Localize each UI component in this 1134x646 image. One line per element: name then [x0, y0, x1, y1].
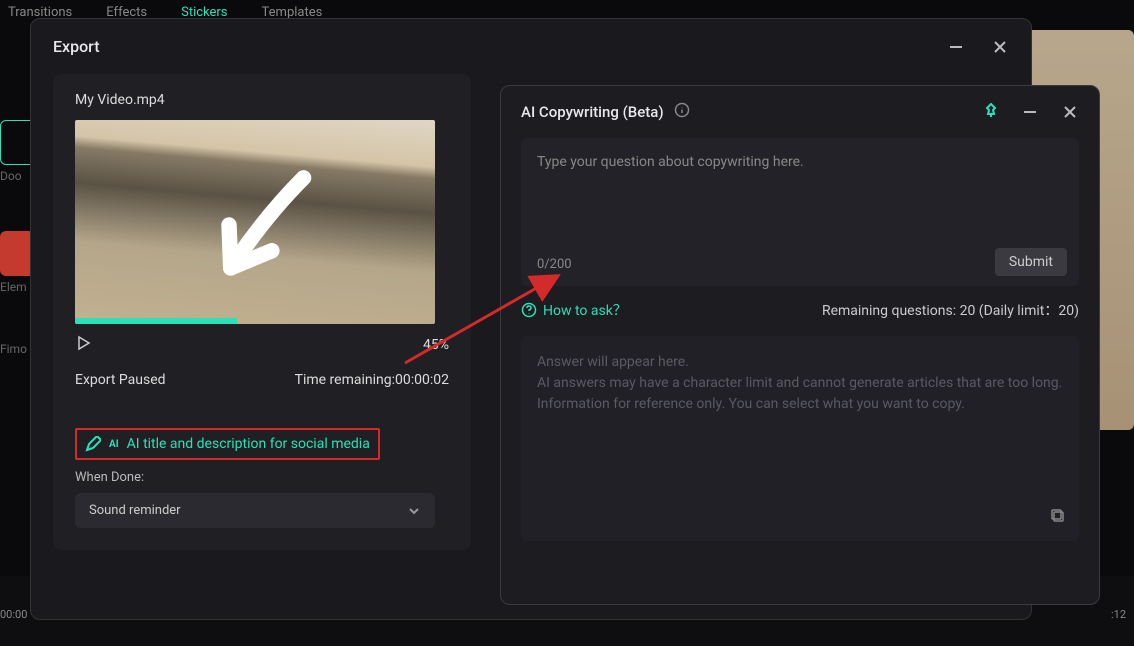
pencil-icon: [85, 436, 101, 452]
copy-icon[interactable]: [1049, 507, 1067, 529]
export-title: Export: [53, 37, 100, 56]
ai-answer-box: Answer will appear here. AI answers may …: [521, 336, 1079, 541]
answer-placeholder-1: Answer will appear here.: [537, 352, 1063, 373]
export-window-controls: [947, 38, 1009, 56]
export-filename: My Video.mp4: [75, 92, 449, 108]
answer-placeholder-2: AI answers may have a character limit an…: [537, 373, 1063, 394]
pin-icon[interactable]: [983, 102, 999, 122]
play-row: 45%: [75, 334, 449, 356]
ai-minimize-button[interactable]: [1021, 103, 1039, 121]
ai-copywriting-panel: AI Copywriting (Beta) Type your question…: [500, 85, 1100, 605]
minimize-button[interactable]: [947, 38, 965, 56]
ai-title-row: AI Copywriting (Beta): [521, 102, 690, 122]
time-remaining-value: 00:00:02: [395, 372, 449, 388]
export-header: Export: [53, 37, 1009, 56]
remaining-questions: Remaining questions: 20 (Daily limit：20): [822, 300, 1079, 320]
info-icon[interactable]: [674, 102, 690, 122]
submit-button[interactable]: Submit: [995, 248, 1067, 276]
time-remaining: Time remaining:00:00:02: [295, 372, 449, 388]
progress-bar: [75, 318, 237, 324]
export-percent: 45%: [423, 337, 449, 353]
ai-close-button[interactable]: [1061, 103, 1079, 121]
status-row: Export Paused Time remaining:00:00:02: [75, 372, 449, 388]
thumbnail-arrow-overlay: [205, 165, 325, 285]
how-to-ask-link[interactable]: How to ask？: [521, 300, 627, 320]
time-remaining-label: Time remaining:: [295, 372, 395, 388]
chevron-down-icon: [407, 504, 421, 518]
when-done-label: When Done:: [75, 470, 449, 485]
ai-link-text: AI title and description for social medi…: [127, 436, 370, 452]
ai-input-placeholder: Type your question about copywriting her…: [537, 154, 1063, 170]
export-status: Export Paused: [75, 372, 166, 388]
ai-input-box[interactable]: Type your question about copywriting her…: [521, 138, 1079, 286]
question-icon: [521, 302, 537, 318]
ai-badge-icon: AI: [109, 439, 119, 450]
ai-panel-title: AI Copywriting (Beta): [521, 103, 664, 121]
when-done-select[interactable]: Sound reminder: [75, 493, 435, 528]
play-button[interactable]: [75, 334, 93, 356]
timeline-start: 00:00: [0, 608, 27, 621]
select-value: Sound reminder: [89, 503, 181, 518]
timeline-end: :12: [1111, 608, 1126, 621]
ai-window-controls: [983, 102, 1079, 122]
ai-char-counter: 0/200: [537, 257, 572, 272]
video-thumbnail: [75, 120, 435, 324]
export-left-panel: My Video.mp4 45% Export Paused: [53, 74, 471, 550]
ai-title-description-button[interactable]: AI AI title and description for social m…: [75, 428, 380, 460]
ai-meta-row: How to ask？ Remaining questions: 20 (Dai…: [521, 300, 1079, 320]
how-to-ask-text: How to ask？: [543, 300, 627, 320]
close-button[interactable]: [991, 38, 1009, 56]
answer-placeholder-3: Information for reference only. You can …: [537, 394, 1063, 415]
ai-header: AI Copywriting (Beta): [521, 102, 1079, 122]
